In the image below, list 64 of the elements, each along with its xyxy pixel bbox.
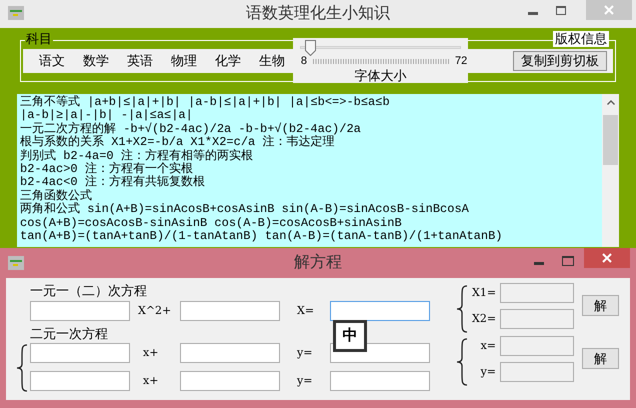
term-label: y= — [296, 372, 314, 389]
text-area[interactable] — [17, 94, 602, 247]
subject-button[interactable]: 生物 — [257, 53, 287, 69]
window-title: 语数英理化生小知识 — [246, 4, 390, 24]
close-button[interactable] — [584, 248, 630, 268]
slider-min-label: 8 — [300, 54, 307, 70]
subject-button[interactable]: 数学 — [81, 53, 111, 69]
term-label: X^2+ — [137, 302, 172, 319]
text-line: 三角函数公式 — [20, 190, 92, 203]
term-label: y= — [296, 344, 314, 361]
brace-icon — [456, 285, 468, 333]
solve-button[interactable]: 解 — [582, 348, 619, 369]
text-line: tan(A+B)=(tanA+tanB)/(1-tanAtanB) tan(A-B)=(tanA-tanB)/(1+tanAtanB) — [20, 230, 502, 244]
dialog-title: 解方程 — [294, 252, 342, 273]
input-field[interactable] — [180, 343, 280, 363]
ime-tooltip: 中 — [333, 320, 367, 352]
section-label: 一元一（二）次方程 — [30, 283, 147, 298]
copyright-label[interactable]: 版权信息 — [553, 31, 609, 47]
term-label: X1= — [472, 284, 498, 301]
group-label: 科目 — [25, 31, 53, 47]
subject-button[interactable]: 语文 — [37, 53, 67, 69]
text-line: b2-4ac>0 注：方程有一个实根 — [20, 163, 193, 176]
text-line: 判别式 b2-4a=0 注：方程有相等的两实根 — [20, 150, 253, 163]
brace-icon — [456, 338, 468, 386]
input-field[interactable] — [30, 371, 130, 391]
scroll-up-icon[interactable] — [606, 100, 614, 105]
close-icon — [602, 253, 612, 263]
subject-button[interactable]: 物理 — [169, 53, 199, 69]
term-label: x= — [480, 338, 497, 354]
text-line: |a-b|≥|a|-|b| -|a|≤a≤|a| — [20, 109, 193, 122]
close-icon — [604, 5, 614, 15]
copy-button[interactable]: 复制到剪切板 — [513, 51, 607, 71]
app-icon — [8, 6, 24, 20]
scrollbar-thumb[interactable] — [603, 115, 618, 165]
input-field[interactable] — [330, 371, 430, 391]
section-label: 二元一次方程 — [30, 326, 108, 341]
input-field[interactable] — [180, 371, 280, 391]
solve-button[interactable]: 解 — [582, 295, 619, 316]
text-line: b2-4ac<0 注：方程有共轭复数根 — [20, 176, 205, 190]
input-field[interactable] — [180, 301, 280, 321]
term-label: y= — [480, 364, 497, 380]
input-field[interactable] — [30, 301, 130, 321]
slider-label: 字体大小 — [354, 68, 406, 82]
text-line: 两角和公式 sin(A+B)=sinAcosB+cosAsinB sin(A-B)=sinAcosB-sinBcosA — [20, 203, 469, 217]
slider-max-label: 72 — [455, 54, 468, 70]
font-size-slider[interactable] — [300, 40, 461, 56]
subject-button[interactable]: 化学 — [213, 53, 243, 69]
text-line: 根与系数的关系 X1+X2=-b/a X1*X2=c/a 注：韦达定理 — [20, 136, 334, 150]
text-line: 一元二次方程的解 -b+√(b2-4ac)/2a -b-b+√(b2-4ac)/2a — [20, 122, 361, 136]
term-label: X2= — [472, 310, 498, 327]
maximize-icon[interactable] — [562, 256, 574, 266]
slider-thumb[interactable] — [304, 40, 316, 56]
input-field[interactable] — [330, 301, 430, 321]
text-line: 三角不等式 |a+b|≤|a|+|b| |a-b|≤|a|+|b| |a|≤b<=>-b≤a≤b — [20, 96, 390, 109]
term-label: x+ — [142, 344, 160, 361]
text-line: cos(A+B)=cosAcosB-sinAsinB cos(A-B)=cosAcosB+sinAsinB — [20, 216, 402, 230]
app-icon — [8, 256, 24, 270]
input-field[interactable] — [30, 343, 130, 363]
term-label: x+ — [142, 372, 160, 389]
brace-icon — [16, 344, 28, 392]
term-label: X= — [296, 302, 316, 319]
maximize-icon[interactable] — [556, 6, 566, 15]
subject-button[interactable]: 英语 — [125, 53, 155, 69]
scrollbar[interactable] — [602, 94, 619, 247]
